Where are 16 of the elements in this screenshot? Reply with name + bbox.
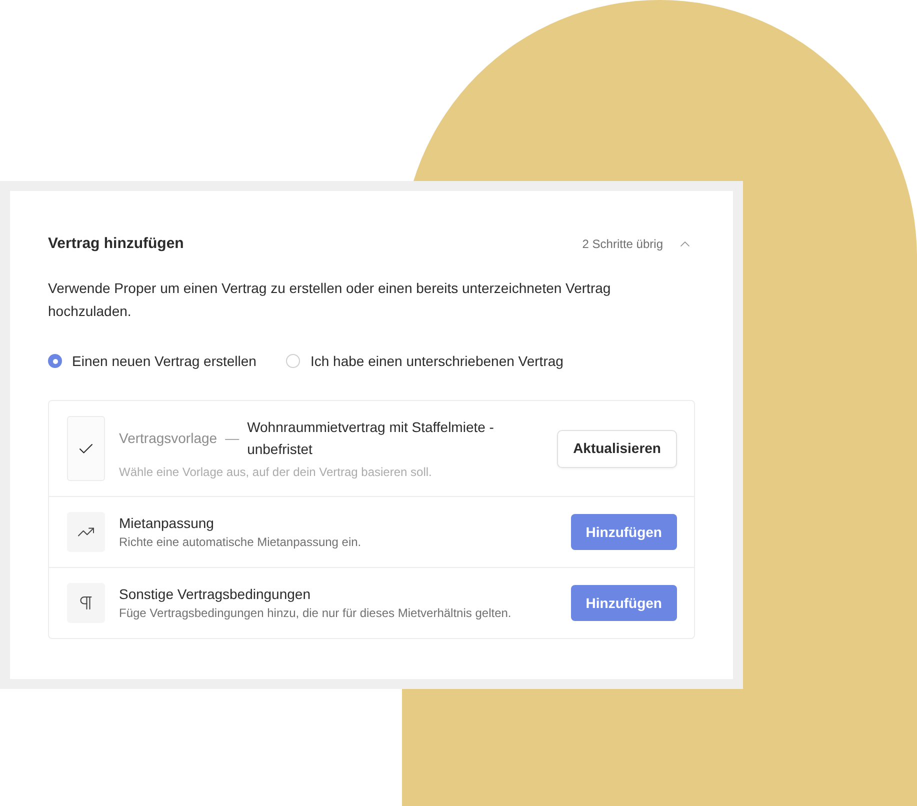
steps-remaining: 2 Schritte übrig xyxy=(582,236,663,253)
step-hint: Füge Vertragsbedingungen hinzu, die nur für dieses Mietverhältnis gelten. xyxy=(119,605,512,622)
step-label: Vertragsvorlage xyxy=(119,429,218,448)
dash-separator: — xyxy=(225,429,240,448)
radio-label[interactable]: Ich habe einen unterschriebenen Vertrag xyxy=(310,350,564,372)
card-title: Vertrag hinzufügen xyxy=(48,234,185,254)
template-name: Wohnraummietvertrag mit Staffelmiete - unbefristet xyxy=(247,418,495,459)
step-title: Sonstige Vertragsbedingungen xyxy=(119,585,312,604)
update-button[interactable]: Aktualisieren xyxy=(557,430,677,468)
radio-button[interactable] xyxy=(286,354,300,368)
step-title: Mietanpassung xyxy=(119,514,215,533)
description-text: Verwende Proper um einen Vertrag zu erstellen oder einen bereits unterzeichneten Vertrag hochzuladen. xyxy=(48,279,612,321)
step-hint: Wähle eine Vorlage aus, auf der dein Vertrag basieren soll. xyxy=(119,464,433,481)
radio-label[interactable]: Einen neuen Vertrag erstellen xyxy=(72,350,256,372)
step-hint: Richte eine automatische Mietanpassung ein. xyxy=(119,534,362,551)
radio-button[interactable] xyxy=(48,354,62,368)
